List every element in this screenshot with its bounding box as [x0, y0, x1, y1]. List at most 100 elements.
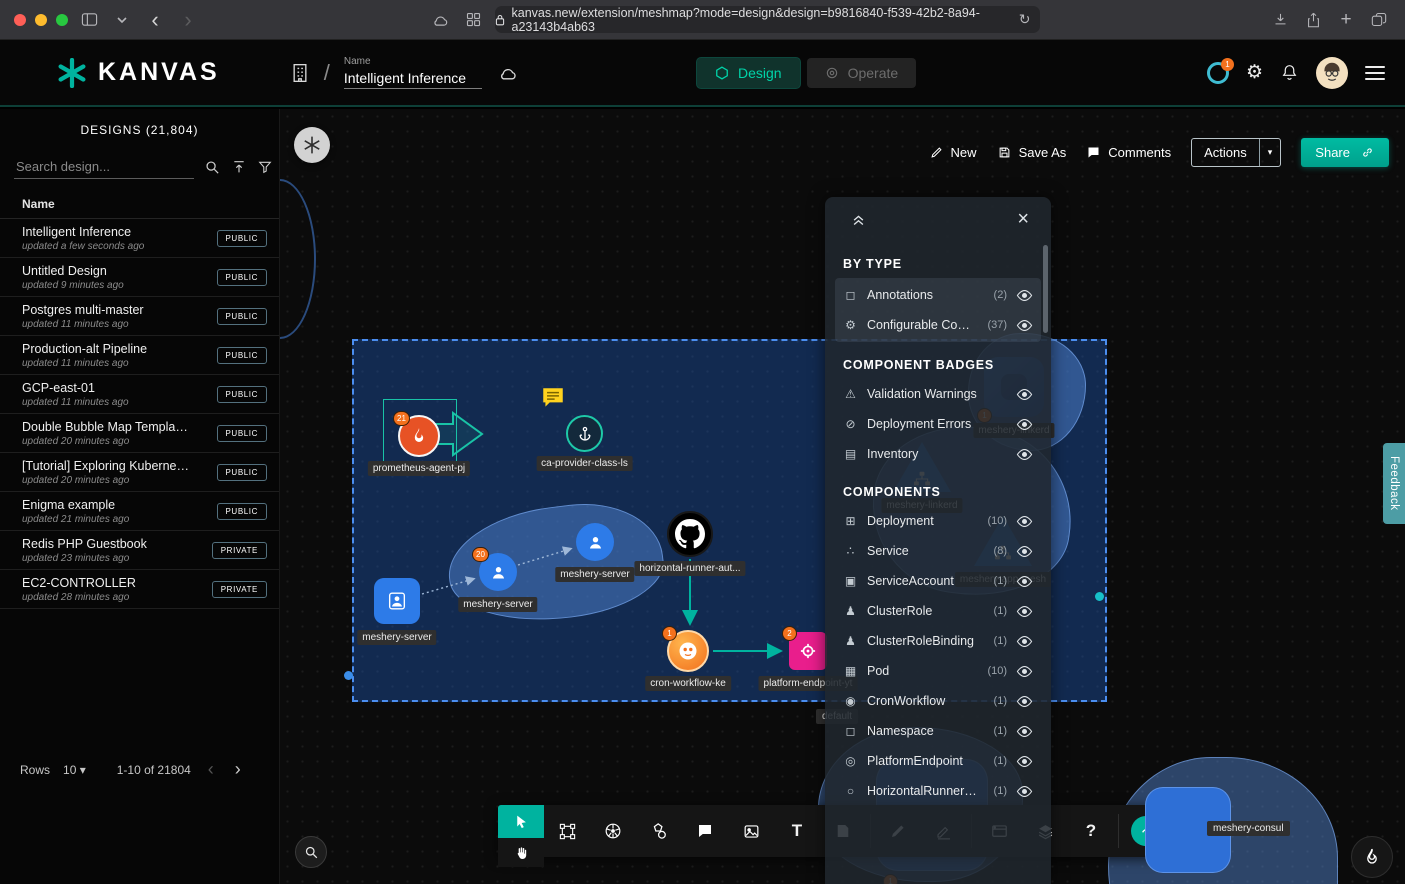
design-list-item[interactable]: Postgres multi-master updated 11 minutes… — [0, 297, 279, 336]
feedback-tab[interactable]: Feedback — [1383, 443, 1405, 524]
sidebar-toggle-icon[interactable] — [77, 8, 101, 32]
badge-toggle-row[interactable]: Validation Warnings — [835, 379, 1041, 409]
component-row[interactable]: Pod (10) — [835, 656, 1041, 686]
tab-operate[interactable]: Operate — [807, 58, 917, 88]
comment-tool[interactable] — [682, 805, 728, 857]
visibility-eye-icon[interactable] — [1016, 785, 1033, 798]
visibility-eye-icon[interactable] — [1016, 418, 1033, 431]
node-cron-workflow[interactable]: 1 cron-workflow-ke — [667, 630, 709, 672]
badge-toggle-row[interactable]: Deployment Errors — [835, 409, 1041, 439]
component-row[interactable]: ClusterRoleBinding (1) — [835, 626, 1041, 656]
design-list-item[interactable]: Untitled Design updated 9 minutes ago PU… — [0, 258, 279, 297]
design-list-item[interactable]: GCP-east-01 updated 11 minutes ago PUBLI… — [0, 375, 279, 414]
menu-hamburger-icon[interactable] — [1365, 66, 1385, 80]
tab-overview-icon[interactable] — [1367, 8, 1391, 32]
visibility-eye-icon[interactable] — [1016, 545, 1033, 558]
search-input[interactable] — [14, 155, 194, 179]
filter-icon[interactable] — [257, 159, 273, 175]
organization-icon[interactable] — [290, 62, 310, 84]
component-row[interactable]: Namespace (1) — [835, 716, 1041, 746]
new-design-button[interactable]: New — [929, 145, 977, 160]
visibility-eye-icon[interactable] — [1016, 665, 1033, 678]
visibility-eye-icon[interactable] — [1016, 319, 1033, 332]
visibility-eye-icon[interactable] — [1016, 515, 1033, 528]
visibility-eye-icon[interactable] — [1016, 635, 1033, 648]
image-tool[interactable] — [728, 805, 774, 857]
pointer-tool[interactable] — [498, 805, 544, 838]
zoom-icon[interactable] — [295, 836, 327, 868]
previous-page-button[interactable]: ‹ — [204, 759, 218, 780]
schematic-tool[interactable] — [544, 805, 590, 857]
cloud-icon[interactable] — [429, 8, 453, 32]
design-list-item[interactable]: Production-alt Pipeline updated 11 minut… — [0, 336, 279, 375]
visibility-eye-icon[interactable] — [1016, 448, 1033, 461]
kanvas-logo[interactable]: KANVAS — [57, 58, 220, 88]
import-design-icon[interactable] — [231, 159, 247, 175]
visibility-eye-icon[interactable] — [1016, 289, 1033, 302]
node-meshery-server-account[interactable]: meshery-server — [374, 578, 420, 624]
selection-handle[interactable] — [344, 671, 353, 680]
downloads-icon[interactable] — [1268, 8, 1292, 32]
design-list-item[interactable]: Double Bubble Map Template-copy updated … — [0, 414, 279, 453]
snowflake-button[interactable] — [294, 127, 330, 163]
collapse-panel-icon[interactable] — [851, 212, 866, 227]
design-list-item[interactable]: EC2-CONTROLLER updated 28 minutes ago PR… — [0, 570, 279, 609]
layer-type-row[interactable]: Configurable Components (37) — [835, 310, 1041, 340]
panel-scrollbar[interactable] — [1043, 245, 1048, 333]
component-row[interactable]: PlatformEndpoint (1) — [835, 746, 1041, 776]
comment-annotation[interactable] — [540, 385, 566, 411]
node-meshery-server[interactable]: 20 meshery-server — [479, 553, 517, 591]
settings-gear-icon[interactable]: ⚙ — [1246, 61, 1263, 84]
back-button[interactable]: ‹ — [143, 8, 167, 32]
component-row[interactable]: ServiceAccount (1) — [835, 566, 1041, 596]
component-row[interactable]: CronWorkflow (1) — [835, 686, 1041, 716]
comments-button[interactable]: Comments — [1086, 145, 1171, 160]
window-zoom-button[interactable] — [56, 14, 68, 26]
design-list-item[interactable]: [Tutorial] Exploring Kubernetes Pod upda… — [0, 453, 279, 492]
forward-button[interactable]: › — [176, 8, 200, 32]
new-tab-icon[interactable]: + — [1334, 8, 1358, 32]
visibility-eye-icon[interactable] — [1016, 575, 1033, 588]
design-list-item[interactable]: Redis PHP Guestbook updated 23 minutes a… — [0, 531, 279, 570]
kubernetes-tool[interactable] — [590, 805, 636, 857]
reload-icon[interactable]: ↻ — [1019, 11, 1031, 28]
visibility-eye-icon[interactable] — [1016, 725, 1033, 738]
badge-toggle-row[interactable]: Inventory — [835, 439, 1041, 469]
shapes-tool[interactable] — [636, 805, 682, 857]
window-minimize-button[interactable] — [35, 14, 47, 26]
component-row[interactable]: ClusterRole (1) — [835, 596, 1041, 626]
url-bar[interactable]: kanvas.new/extension/meshmap?mode=design… — [495, 6, 1040, 33]
design-list-item[interactable]: Intelligent Inference updated a few seco… — [0, 219, 279, 258]
design-name-input[interactable] — [344, 68, 482, 89]
node-ca-provider-class[interactable]: ca-provider-class-ls — [566, 415, 603, 452]
text-tool[interactable]: T — [774, 805, 820, 857]
node-prometheus-agent[interactable]: 21 prometheus-agent-pj — [398, 415, 440, 457]
close-panel-icon[interactable]: × — [1017, 208, 1029, 231]
next-page-button[interactable]: › — [231, 759, 245, 780]
flame-button[interactable] — [1351, 836, 1393, 878]
notifications-bell-icon[interactable] — [1280, 63, 1299, 83]
actions-dropdown-chevron[interactable]: ▾ — [1259, 139, 1281, 166]
share-button[interactable]: Share — [1301, 138, 1389, 167]
visibility-eye-icon[interactable] — [1016, 388, 1033, 401]
save-as-button[interactable]: Save As — [997, 145, 1067, 160]
component-row[interactable]: Service (8) — [835, 536, 1041, 566]
node-horizontal-runner-autoscaler[interactable]: horizontal-runner-aut... — [667, 511, 713, 557]
selection-handle[interactable] — [1095, 592, 1104, 601]
design-list-item[interactable]: Enigma example updated 21 minutes ago PU… — [0, 492, 279, 531]
status-ring-icon[interactable]: 1 — [1207, 62, 1229, 84]
visibility-eye-icon[interactable] — [1016, 695, 1033, 708]
extensions-icon[interactable] — [462, 8, 486, 32]
share-icon[interactable] — [1301, 8, 1325, 32]
actions-button[interactable]: Actions ▾ — [1191, 138, 1281, 167]
rows-per-page-select[interactable]: 10 ▾ — [63, 763, 86, 777]
component-row[interactable]: HorizontalRunnerAutoscaler (1) — [835, 776, 1041, 806]
component-row[interactable]: Deployment (10) — [835, 506, 1041, 536]
node-meshery-server[interactable]: meshery-server — [576, 523, 614, 561]
user-avatar[interactable] — [1316, 57, 1348, 89]
window-close-button[interactable] — [14, 14, 26, 26]
visibility-eye-icon[interactable] — [1016, 605, 1033, 618]
pan-hand-tool[interactable] — [498, 838, 544, 867]
node-platform-endpoint[interactable]: 2 platform-endpoint-yt — [789, 632, 827, 670]
help-tool[interactable]: ? — [1068, 805, 1114, 857]
